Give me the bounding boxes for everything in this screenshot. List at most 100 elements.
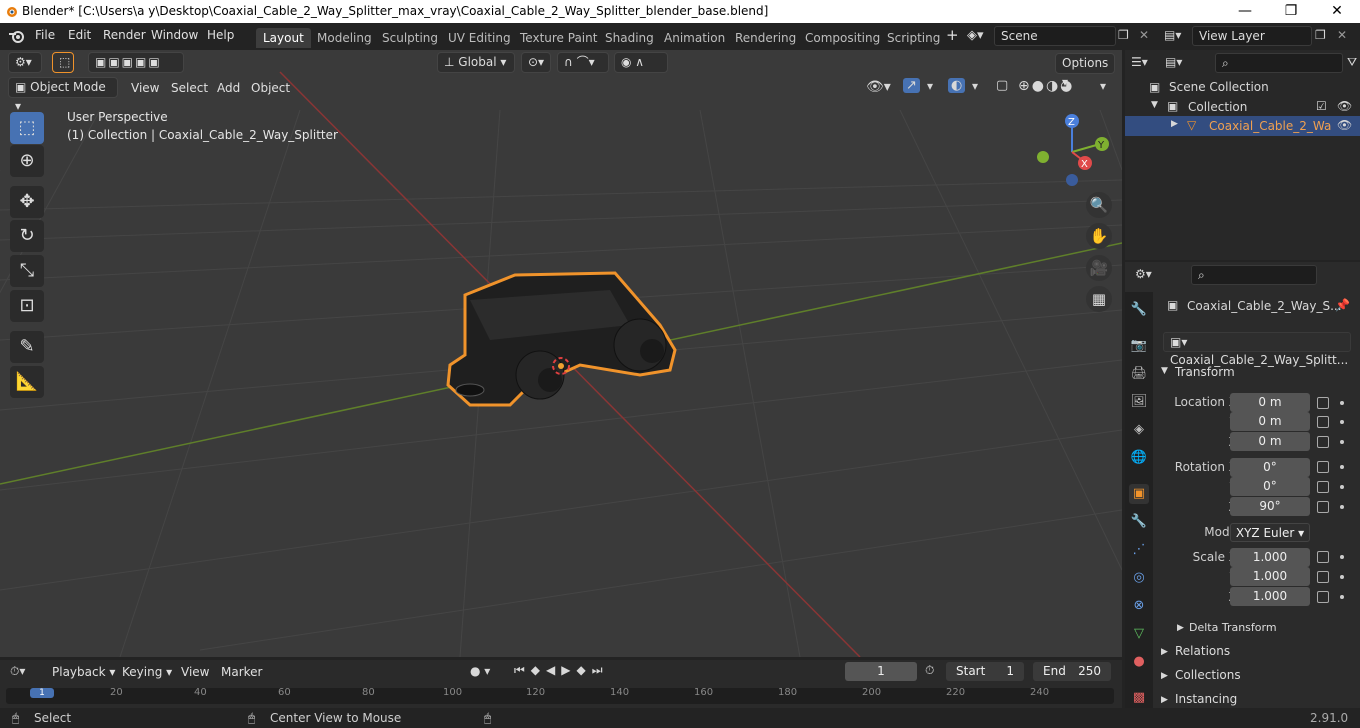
transform-tool[interactable]: ⊡ (10, 290, 44, 322)
transform-expand-icon[interactable]: ▼ (1161, 366, 1168, 376)
keyframe-dot-icon[interactable] (1340, 465, 1344, 469)
timeline-menu-playback[interactable]: Playback ▾ (52, 665, 115, 679)
relations-header[interactable]: Relations (1175, 644, 1230, 658)
minimize-button[interactable]: — (1222, 0, 1268, 23)
record-icon[interactable]: ● ▾ (470, 664, 490, 678)
outliner-object-row[interactable]: ▶ ▽ Coaxial_Cable_2_Wa 👁 (1125, 116, 1360, 136)
menu-help[interactable]: Help (207, 28, 234, 42)
material-tab-icon[interactable]: ● (1129, 652, 1149, 672)
instancing-expand-icon[interactable]: ▶ (1161, 695, 1168, 705)
transform-header[interactable]: Transform (1175, 365, 1235, 379)
3d-viewport[interactable]: ⚙▾ ⬚ ▣▣▣▣▣ ⊥ Global ▾ ⊙▾ ∩ ⌒▾ ◉ ∧ Option… (0, 50, 1122, 657)
particles-tab-icon[interactable]: ⋰ (1129, 540, 1149, 560)
viewport-menu-add[interactable]: Add (217, 81, 240, 95)
lock-location-z-icon[interactable] (1317, 436, 1329, 448)
collections-expand-icon[interactable]: ▶ (1161, 671, 1168, 681)
timeline-menu-view[interactable]: View (181, 665, 209, 679)
scene-collection-label[interactable]: Scene Collection (1169, 80, 1269, 94)
lock-location-x-icon[interactable] (1317, 397, 1329, 409)
keyframe-dot-icon[interactable] (1340, 485, 1344, 489)
world-tab-icon[interactable]: 🌐 (1129, 448, 1149, 468)
object-tab-icon[interactable]: ▣ (1129, 484, 1149, 504)
lock-scale-z-icon[interactable] (1317, 591, 1329, 603)
pivot-point-icon[interactable]: ⊙▾ (521, 52, 551, 73)
viewport-menu-view[interactable]: View (131, 81, 159, 95)
menu-file[interactable]: File (35, 28, 55, 42)
add-workspace-icon[interactable]: + (946, 26, 959, 44)
pan-hand-icon[interactable]: ✋ (1086, 223, 1112, 249)
rotation-y-field[interactable]: 0° (1230, 477, 1310, 496)
scale-z-field[interactable]: 1.000 (1230, 587, 1310, 606)
display-mode-icon[interactable]: ▤▾ (1165, 55, 1182, 69)
view-layer-icon[interactable]: ▤▾ (1164, 28, 1181, 42)
rotation-x-field[interactable]: 0° (1230, 458, 1310, 477)
instancing-header[interactable]: Instancing (1175, 692, 1237, 706)
tool-tab-icon[interactable]: 🔧 (1129, 300, 1149, 320)
end-frame-field[interactable]: End 250 (1033, 662, 1111, 681)
object-data-field[interactable]: ▣▾ Coaxial_Cable_2_Way_Splitt... (1163, 332, 1351, 367)
menu-render[interactable]: Render (103, 28, 146, 42)
output-tab-icon[interactable]: 🖨 (1129, 364, 1149, 384)
gizmo-toggle-icon[interactable]: ↗ (903, 78, 920, 93)
editor-type-icon[interactable]: ⚙▾ (8, 52, 42, 73)
visibility-icon[interactable]: 👁▾ (866, 79, 891, 95)
navigation-gizmo[interactable]: Z Y X (1030, 112, 1120, 190)
menu-edit[interactable]: Edit (68, 28, 91, 42)
move-tool[interactable]: ✥ (10, 186, 44, 218)
keyframe-dot-icon[interactable] (1340, 505, 1344, 509)
delete-scene-icon[interactable]: ✕ (1139, 28, 1149, 42)
timeline-ruler[interactable]: 1 20 40 60 80 100 120 140 160 180 200 22… (6, 688, 1114, 704)
tab-uv-editing[interactable]: UV Editing (441, 28, 518, 48)
options-dropdown[interactable]: Options ▾ (1055, 53, 1115, 89)
scale-tool[interactable]: ⤡ (10, 255, 44, 287)
outliner-search-input[interactable]: ⌕ (1215, 53, 1343, 73)
lock-location-y-icon[interactable] (1317, 416, 1329, 428)
tab-rendering[interactable]: Rendering (728, 28, 803, 48)
camera-view-icon[interactable]: 🎥 (1086, 255, 1112, 281)
overlay-toggle-icon[interactable]: ◐ (948, 78, 966, 93)
view-layer-selector[interactable]: View Layer (1192, 26, 1312, 46)
delta-transform-header[interactable]: Delta Transform (1189, 621, 1277, 634)
lock-scale-y-icon[interactable] (1317, 571, 1329, 583)
keyframe-dot-icon[interactable] (1340, 440, 1344, 444)
scene-selector[interactable]: Scene (994, 26, 1116, 46)
keyframe-dot-icon[interactable] (1340, 401, 1344, 405)
cursor-tool[interactable]: ⊕ (10, 145, 44, 177)
current-frame-field[interactable]: 1 (845, 662, 917, 681)
rotation-mode-dropdown[interactable]: XYZ Euler ▾ (1230, 523, 1310, 542)
zoom-icon[interactable]: 🔍 (1086, 192, 1112, 218)
transform-orientation-dropdown[interactable]: ⊥ Global ▾ (437, 52, 515, 73)
rotate-tool[interactable]: ↻ (10, 220, 44, 252)
maximize-button[interactable]: ❐ (1268, 0, 1314, 23)
scene-icon[interactable]: ◈▾ (967, 28, 984, 43)
lock-scale-x-icon[interactable] (1317, 551, 1329, 563)
keyframe-dot-icon[interactable] (1340, 420, 1344, 424)
location-y-field[interactable]: 0 m (1230, 412, 1310, 431)
annotate-tool[interactable]: ✎ (10, 331, 44, 363)
object-visibility-icon[interactable]: 👁 (1337, 118, 1352, 132)
constraints-tab-icon[interactable]: ⊗ (1129, 596, 1149, 616)
lock-rotation-z-icon[interactable] (1317, 501, 1329, 513)
object-name-label[interactable]: Coaxial_Cable_2_Way_S... (1187, 299, 1342, 313)
collection-row-label[interactable]: Collection (1188, 100, 1247, 114)
properties-editor-icon[interactable]: ⚙▾ (1135, 267, 1152, 281)
tab-texture-paint[interactable]: Texture Paint (513, 28, 604, 48)
view-layer-tab-icon[interactable]: 🖼 (1129, 392, 1149, 412)
timeline-menu-keying[interactable]: Keying ▾ (122, 665, 172, 679)
delta-expand-icon[interactable]: ▶ (1177, 623, 1184, 633)
rotation-z-field[interactable]: 90° (1230, 497, 1310, 516)
select-box-tool[interactable]: ⬚ (10, 112, 44, 144)
location-x-field[interactable]: 0 m (1230, 393, 1310, 412)
tab-layout[interactable]: Layout (256, 28, 311, 48)
tab-sculpting[interactable]: Sculpting (375, 28, 445, 48)
relations-expand-icon[interactable]: ▶ (1161, 647, 1168, 657)
tweak-select-icon[interactable]: ⬚ (52, 52, 74, 73)
shading-dropdown-icon[interactable]: ▾ (1100, 79, 1106, 93)
tab-compositing[interactable]: Compositing (798, 28, 887, 48)
blender-menu-icon[interactable] (8, 28, 26, 44)
modifier-tab-icon[interactable]: 🔧 (1129, 512, 1149, 532)
gizmo-dropdown-icon[interactable]: ▾ (927, 79, 933, 93)
preview-range-icon[interactable]: ⏱ (925, 663, 934, 678)
pin-icon[interactable]: 📌 (1335, 298, 1350, 312)
scale-x-field[interactable]: 1.000 (1230, 548, 1310, 567)
